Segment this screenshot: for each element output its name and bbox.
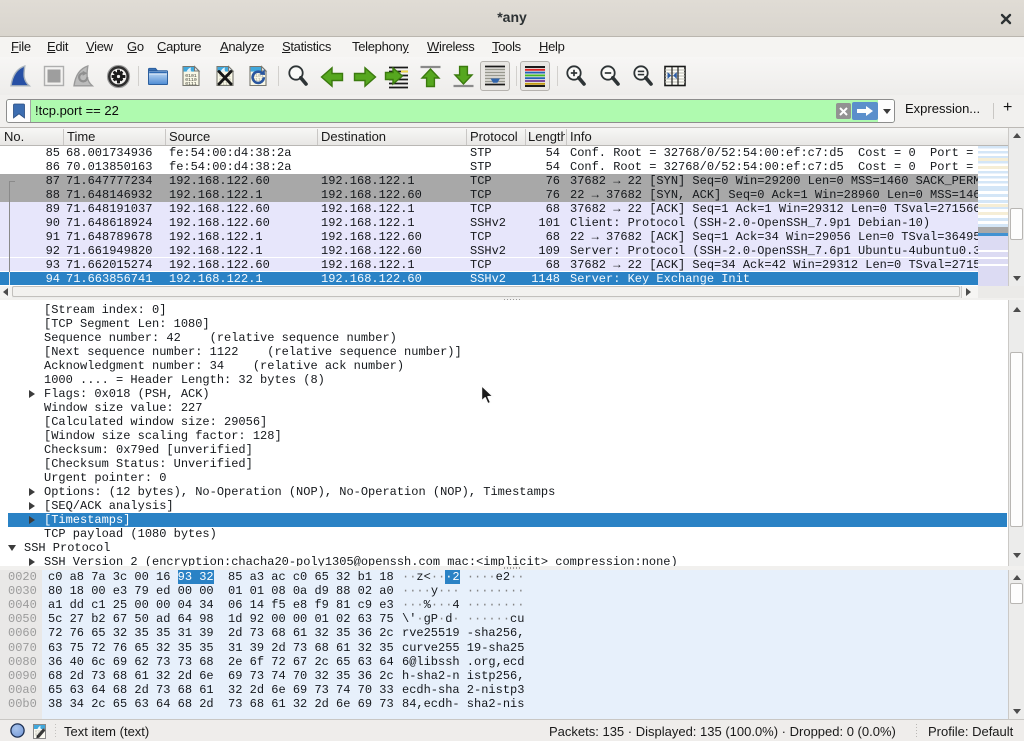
svg-text:0111: 0111 bbox=[185, 81, 197, 87]
